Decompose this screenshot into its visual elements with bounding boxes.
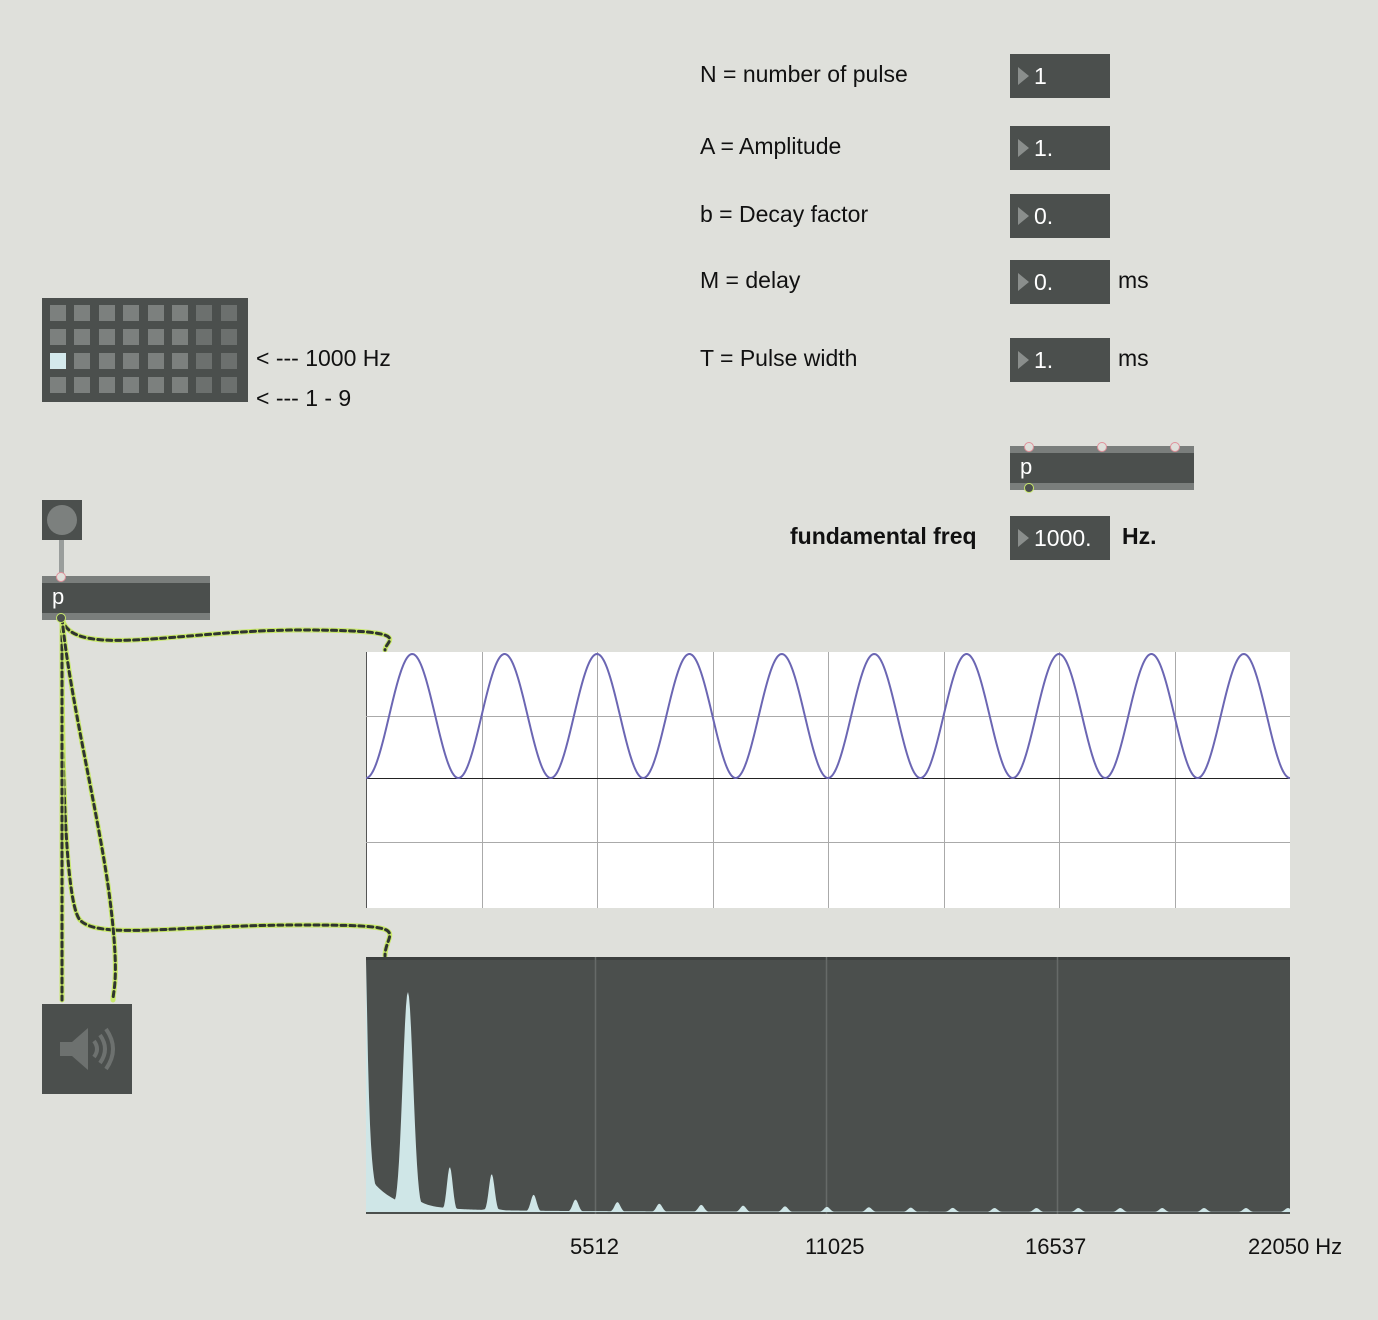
matrix-cell[interactable] [220, 329, 237, 345]
matrix-note-range: < --- 1 - 9 [256, 385, 352, 411]
matrix-cell[interactable] [74, 305, 91, 321]
subpatcher-label: p [1020, 454, 1033, 479]
spectrum-axis-label: 22050 Hz [1248, 1234, 1343, 1259]
number-box-arrow-icon [1018, 273, 1029, 291]
number-box-arrow-icon [1018, 351, 1029, 369]
number-box-value: 1. [1034, 346, 1054, 373]
outlet-icon[interactable] [1024, 483, 1034, 493]
outlet-icon[interactable] [56, 613, 66, 623]
number-box-value: 1000. [1034, 524, 1092, 551]
matrix-cell[interactable] [147, 353, 164, 369]
number-box-t[interactable]: 1. [1010, 338, 1110, 382]
matrix-cell[interactable] [172, 353, 188, 369]
subpatcher-label: p [52, 584, 65, 609]
param-label-a: A = Amplitude [700, 133, 842, 159]
matrix-cell[interactable] [98, 329, 115, 345]
matrix-cell[interactable] [74, 353, 91, 369]
inlet-icon[interactable] [1024, 442, 1034, 452]
param-label-b: b = Decay factor [700, 201, 869, 227]
matrix-cell[interactable] [147, 377, 164, 393]
matrix-cell[interactable] [220, 377, 237, 393]
unit-label-m: ms [1118, 267, 1149, 293]
spectrum-axis-label: 11025 [805, 1234, 865, 1259]
bang-button[interactable] [42, 500, 82, 540]
matrix-cell[interactable] [123, 377, 140, 393]
inlet-icon[interactable] [56, 572, 66, 582]
spectrum-display [366, 957, 1290, 1214]
matrix-control[interactable] [42, 298, 248, 402]
matrix-cell[interactable] [147, 329, 164, 345]
bang-cord [59, 540, 64, 576]
subpatcher-object-right[interactable]: p [1010, 446, 1194, 490]
number-box-b[interactable]: 0. [1010, 194, 1110, 238]
matrix-cell[interactable] [98, 305, 115, 321]
matrix-cell[interactable] [123, 329, 140, 345]
patch-cord-dac-right [60, 616, 117, 1002]
matrix-cell[interactable] [172, 377, 188, 393]
matrix-cell[interactable] [98, 377, 115, 393]
speaker-icon [60, 1027, 115, 1071]
number-box-value: 1 [1034, 62, 1047, 89]
matrix-cell[interactable] [196, 353, 213, 369]
bang-indicator-icon [47, 505, 77, 535]
matrix-cell[interactable] [147, 305, 164, 321]
matrix-cell[interactable] [50, 329, 66, 345]
matrix-cell[interactable] [123, 353, 140, 369]
matrix-cell[interactable] [220, 353, 237, 369]
matrix-cell[interactable] [50, 353, 66, 369]
number-box-arrow-icon [1018, 67, 1029, 85]
patch-cord-to-scope [60, 616, 392, 652]
subpatcher-object-left[interactable]: p [42, 576, 210, 620]
matrix-cell[interactable] [196, 329, 213, 345]
matrix-cell[interactable] [196, 377, 213, 393]
number-box-m[interactable]: 0. [1010, 260, 1110, 304]
param-label-t: T = Pulse width [700, 345, 858, 371]
matrix-cell[interactable] [172, 305, 188, 321]
number-box-value: 0. [1034, 202, 1054, 229]
fundamental-freq-label: fundamental freq [790, 523, 977, 549]
matrix-cell[interactable] [74, 329, 91, 345]
number-box-value: 1. [1034, 134, 1054, 161]
number-box-value: 0. [1034, 268, 1054, 295]
inlet-icon[interactable] [1170, 442, 1180, 452]
matrix-cell[interactable] [220, 305, 237, 321]
number-box-a[interactable]: 1. [1010, 126, 1110, 170]
matrix-cell[interactable] [196, 305, 213, 321]
matrix-note-frequency: < --- 1000 Hz [256, 345, 391, 371]
matrix-cell[interactable] [50, 377, 66, 393]
number-box-n[interactable]: 1 [1010, 54, 1110, 98]
oscilloscope-display [366, 652, 1290, 908]
number-box-arrow-icon [1018, 529, 1029, 547]
matrix-cell[interactable] [172, 329, 188, 345]
param-label-n: N = number of pulse [700, 61, 908, 87]
matrix-cell[interactable] [50, 305, 66, 321]
number-box-arrow-icon [1018, 139, 1029, 157]
audio-output-button[interactable] [42, 1004, 132, 1094]
spectrum-top-edge [366, 957, 1290, 960]
spectrum-background [366, 957, 1290, 1214]
number-box-arrow-icon [1018, 207, 1029, 225]
fundamental-unit-label: Hz. [1122, 523, 1157, 549]
inlet-icon[interactable] [1097, 442, 1107, 452]
unit-label-t: ms [1118, 345, 1149, 371]
spectrum-axis-label: 16537 [1025, 1234, 1087, 1259]
matrix-cell[interactable] [98, 353, 115, 369]
matrix-cell[interactable] [74, 377, 91, 393]
matrix-cell[interactable] [123, 305, 140, 321]
param-label-m: M = delay [700, 267, 801, 293]
spectrum-axis-label: 5512 [570, 1234, 619, 1259]
number-box-fundamental[interactable]: 1000. [1010, 516, 1110, 560]
